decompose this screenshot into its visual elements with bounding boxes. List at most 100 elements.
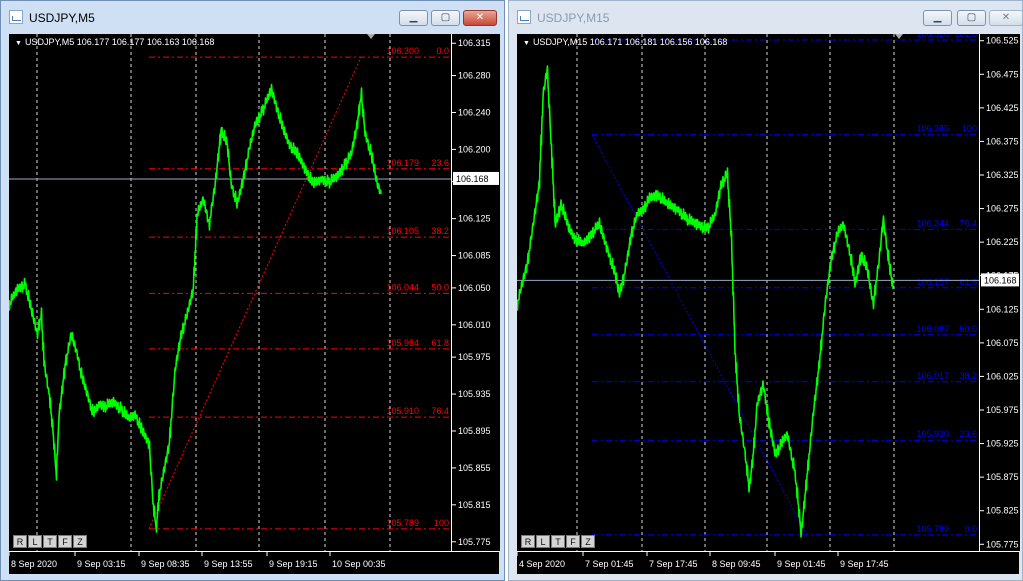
time-tick-label: 9 Sep 08:35 (141, 559, 190, 569)
price-tick-label: 106.475 (986, 69, 1019, 79)
price-tick-label: 105.925 (986, 439, 1019, 449)
price-tick-label: 106.315 (458, 38, 491, 48)
price-scale-canvas: 106.315106.280106.240106.200106.165106.1… (452, 38, 499, 547)
scale-button-t[interactable]: T (43, 535, 57, 548)
fib-ratio-label: 50.0 (431, 282, 449, 292)
title-bar[interactable]: USDJPY,M15 ▁ ▢ ✕ (509, 1, 1023, 33)
scale-button-z[interactable]: Z (73, 535, 87, 548)
price-tick-label: 105.895 (458, 426, 491, 436)
chart-window-icon (9, 10, 23, 24)
scale-buttons: RLTFZ (521, 535, 595, 548)
collapse-triangle-icon[interactable]: ▼ (523, 40, 530, 47)
price-tick-label: 106.010 (458, 320, 491, 330)
fib-price-label: 106.526 (916, 34, 949, 39)
price-tick-label: 105.975 (986, 405, 1019, 415)
price-tick-label: 105.935 (458, 389, 491, 399)
fib-price-label: 105.789 (386, 518, 419, 528)
fib-price-label: 106.105 (386, 226, 419, 236)
time-tick-label: 10 Sep 00:35 (332, 559, 386, 569)
price-tick-label: 105.855 (458, 463, 491, 473)
price-tick-label: 106.325 (986, 170, 1019, 180)
price-tick-label: 106.025 (986, 371, 1019, 381)
price-tick-label: 106.050 (458, 283, 491, 293)
time-tick-label: 8 Sep 09:45 (712, 559, 761, 569)
fib-ratio-label: 0.0 (964, 524, 977, 534)
fib-ratio-label: 76.4 (959, 218, 977, 228)
price-scale[interactable]: 106.315106.280106.240106.200106.165106.1… (451, 34, 500, 551)
scale-button-t[interactable]: T (551, 535, 565, 548)
fib-ratio-label: 61.8 (959, 277, 977, 287)
scale-button-r[interactable]: R (13, 535, 27, 548)
price-tick-label: 106.075 (986, 338, 1019, 348)
scale-button-l[interactable]: L (536, 535, 550, 548)
fib-ratio-label: 38.2 (959, 371, 977, 381)
symbol-quote: USDJPY,M5 106.177 106.177 106.163 106.16… (24, 37, 215, 47)
price-tick-label: 105.775 (458, 537, 491, 547)
chart-window-icon (517, 10, 531, 24)
fib-ratio-label: 38.2 (431, 226, 449, 236)
fib-price-label: 106.385 (916, 124, 949, 134)
shift-marker-icon (895, 34, 903, 39)
fib-price-label: 106.087 (916, 324, 949, 334)
current-price-label: 106.168 (984, 275, 1017, 285)
collapse-triangle-icon[interactable]: ▼ (15, 40, 22, 47)
close-button[interactable]: ✕ (989, 10, 1023, 26)
price-tick-label: 105.975 (458, 352, 491, 362)
restore-button[interactable]: ▢ (957, 10, 986, 26)
time-axis[interactable]: 4 Sep 2020 7 Sep 01:45 7 Sep 17:45 8 Sep 09… (517, 551, 1019, 574)
chart-header: ▼ USDJPY,M5 106.177 106.177 106.163 106.1… (15, 37, 214, 47)
fib-price-label: 105.789 (916, 524, 949, 534)
price-tick-label: 105.875 (986, 472, 1019, 482)
price-tick-label: 106.275 (986, 204, 1019, 214)
scale-button-f[interactable]: F (58, 535, 72, 548)
chart-window-m15[interactable]: USDJPY,M15 ▁ ▢ ✕ 106.526 161.8 106.385 100 1… (508, 0, 1023, 581)
fib-price-label: 106.244 (916, 218, 949, 228)
fib-price-label: 105.930 (916, 429, 949, 439)
price-scale[interactable]: 106.525 106.475 106.425 106.375 106.325 106.2… (979, 34, 1020, 551)
shift-marker-icon (367, 34, 375, 39)
close-button[interactable]: ✕ (463, 10, 497, 26)
scale-button-f[interactable]: F (566, 535, 580, 548)
chart-window-m5[interactable]: USDJPY,M5 ▁ ▢ ✕ 106.300 0.0 106.179 23.6 106… (0, 0, 505, 581)
time-axis[interactable]: 8 Sep 2020 9 Sep 03:15 9 Sep 08:35 9 Sep 13… (9, 551, 499, 574)
time-axis-canvas: 8 Sep 2020 9 Sep 03:15 9 Sep 08:35 9 Sep 13… (9, 552, 386, 569)
price-tick-label: 105.775 (986, 539, 1019, 549)
price-tick-label: 106.240 (458, 107, 491, 117)
time-axis-canvas: 4 Sep 2020 7 Sep 01:45 7 Sep 17:45 8 Sep 09… (517, 552, 889, 569)
price-chart[interactable]: 106.526 161.8 106.385 100 106.244 76.4 106.157… (517, 34, 979, 551)
minimize-button[interactable]: ▁ (399, 10, 428, 26)
price-series (9, 83, 382, 533)
time-tick-label: 8 Sep 2020 (11, 559, 57, 569)
time-tick-label: 7 Sep 17:45 (649, 559, 698, 569)
fib-ratio-label: 161.8 (954, 34, 977, 39)
fib-ratio-label: 23.6 (431, 158, 449, 168)
time-tick-label: 9 Sep 03:15 (77, 559, 126, 569)
time-tick-label: 7 Sep 01:45 (585, 559, 634, 569)
fib-price-label: 106.017 (916, 371, 949, 381)
time-tick-label: 9 Sep 19:15 (269, 559, 318, 569)
time-tick-label: 4 Sep 2020 (519, 559, 565, 569)
title-bar[interactable]: USDJPY,M5 ▁ ▢ ✕ (1, 1, 504, 33)
scale-button-z[interactable]: Z (581, 535, 595, 548)
fib-ratio-label: 50.0 (959, 324, 977, 334)
fib-ratio-label: 23.6 (959, 429, 977, 439)
price-tick-label: 106.085 (458, 251, 491, 261)
window-title: USDJPY,M5 (29, 11, 95, 25)
price-tick-label: 106.375 (986, 136, 1019, 146)
minimize-button[interactable]: ▁ (923, 10, 952, 26)
price-tick-label: 106.200 (458, 144, 491, 154)
price-scale-canvas: 106.525 106.475 106.425 106.375 106.325 106.2… (980, 36, 1019, 549)
restore-button[interactable]: ▢ (431, 10, 460, 26)
fib-price-label: 106.044 (386, 282, 419, 292)
price-chart[interactable]: 106.300 0.0 106.179 23.6 106.105 38.2 106.044 5… (9, 34, 451, 551)
window-title: USDJPY,M15 (537, 11, 610, 25)
fib-price-label: 106.300 (386, 46, 419, 56)
time-tick-label: 9 Sep 01:45 (777, 559, 826, 569)
scale-button-l[interactable]: L (28, 535, 42, 548)
time-tick-label: 9 Sep 13:55 (204, 559, 253, 569)
scale-button-r[interactable]: R (521, 535, 535, 548)
price-tick-label: 106.525 (986, 36, 1019, 46)
scale-buttons: RLTFZ (13, 535, 87, 548)
fib-price-label: 105.910 (386, 406, 419, 416)
fib-ratio-label: 100 (434, 518, 449, 528)
